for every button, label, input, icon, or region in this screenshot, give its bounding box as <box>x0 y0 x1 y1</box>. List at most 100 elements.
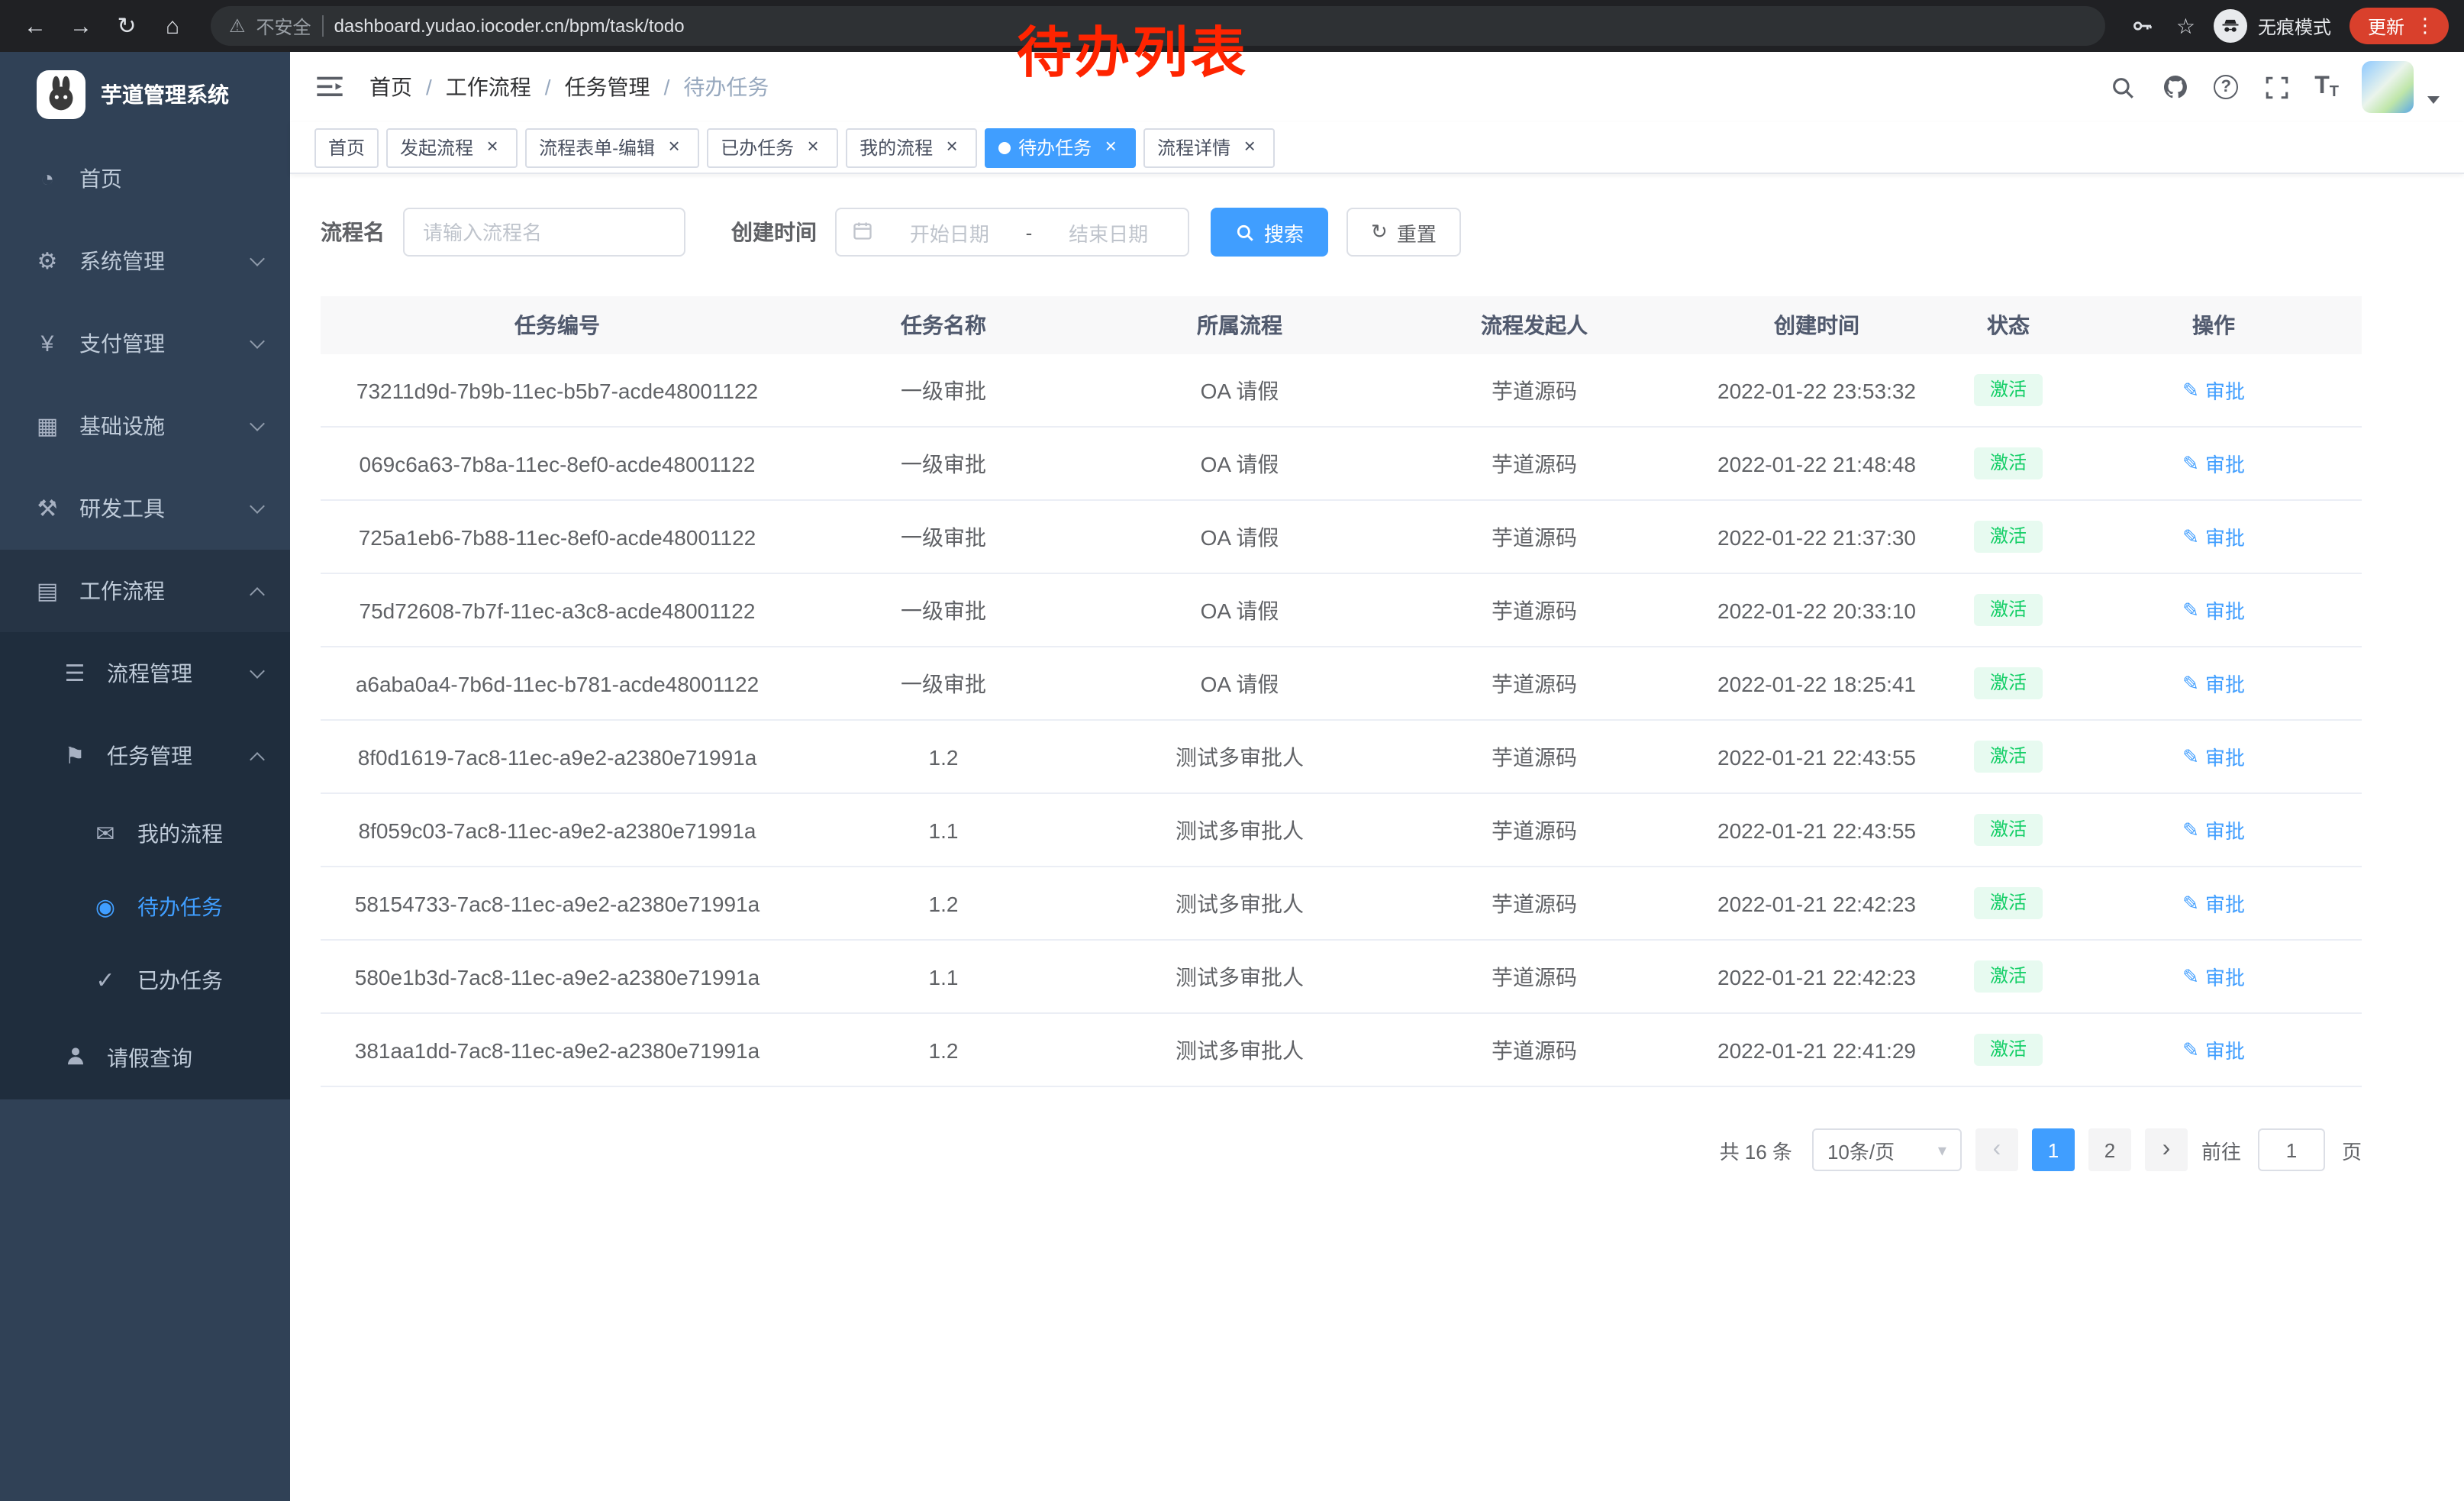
approve-link[interactable]: ✎ 审批 <box>2182 1035 2245 1064</box>
sidebar-item-payment[interactable]: ¥ 支付管理 <box>0 302 290 385</box>
avatar-caret-icon[interactable] <box>2427 96 2440 104</box>
bookmark-star-icon[interactable]: ☆ <box>2176 13 2195 39</box>
page-button-1[interactable]: 1 <box>2032 1128 2075 1171</box>
sidebar-item-devtools[interactable]: ⚒ 研发工具 <box>0 467 290 550</box>
column-header: 任务编号 <box>321 310 794 341</box>
search-icon[interactable] <box>2107 72 2137 102</box>
sidebar-item-system[interactable]: ⚙ 系统管理 <box>0 220 290 302</box>
created-time-cell: 2022-01-21 22:42:23 <box>1682 891 1951 915</box>
tab[interactable]: 流程详情 × <box>1143 128 1275 167</box>
sidebar-item-my-process[interactable]: ✉ 我的流程 <box>0 797 290 870</box>
sidebar-item-todo-tasks[interactable]: ◉ 待办任务 <box>0 870 290 944</box>
tab[interactable]: 发起流程 × <box>386 128 518 167</box>
font-size-icon[interactable]: TT <box>2314 73 2339 101</box>
tab[interactable]: 待办任务 × <box>985 128 1136 167</box>
chevron-down-icon <box>250 498 265 513</box>
sidebar-item-home[interactable]: ◔ 首页 <box>0 137 290 220</box>
approve-link[interactable]: ✎ 审批 <box>2182 596 2245 625</box>
collapse-sidebar-icon[interactable] <box>314 70 348 104</box>
close-icon[interactable]: × <box>940 136 963 159</box>
sidebar-item-label: 研发工具 <box>79 493 252 524</box>
calendar-icon <box>852 219 873 245</box>
sidebar-item-leave-query[interactable]: 请假查询 <box>0 1017 290 1099</box>
security-label: 不安全 <box>256 13 311 39</box>
approve-link[interactable]: ✎ 审批 <box>2182 376 2245 405</box>
clipboard-icon: ▤ <box>34 577 61 605</box>
approve-link[interactable]: ✎ 审批 <box>2182 742 2245 771</box>
approve-link[interactable]: ✎ 审批 <box>2182 962 2245 991</box>
approve-link[interactable]: ✎ 审批 <box>2182 815 2245 844</box>
browser-menu-icon[interactable]: ⋮ <box>2415 14 2435 38</box>
github-icon[interactable] <box>2160 72 2191 102</box>
page-header: 首页 / 工作流程 / 任务管理 / 待办任务 ? TT <box>290 52 2464 122</box>
avatar[interactable] <box>2362 61 2414 113</box>
status-cell: 激活 <box>1951 667 2066 699</box>
workflow-submenu: ☰ 流程管理 ⚑ 任务管理 ✉ 我的流程 ◉ 待办任务 ✓ 已办任务 <box>0 632 290 1099</box>
search-button[interactable]: 搜索 <box>1211 208 1328 257</box>
prev-page-button[interactable]: ‹ <box>1975 1128 2018 1171</box>
table-row: 8f059c03-7ac8-11ec-a9e2-a2380e71991a 1.1… <box>321 794 2362 867</box>
tab[interactable]: 流程表单-编辑 × <box>525 128 699 167</box>
edit-icon: ✎ <box>2182 744 2199 769</box>
page-size-value: 10条/页 <box>1827 1135 1895 1164</box>
approve-link[interactable]: ✎ 审批 <box>2182 522 2245 551</box>
close-icon[interactable]: × <box>801 136 824 159</box>
date-range-picker[interactable]: 开始日期 - 结束日期 <box>835 208 1189 257</box>
sidebar-item-process-management[interactable]: ☰ 流程管理 <box>0 632 290 715</box>
close-icon[interactable]: × <box>481 136 504 159</box>
key-icon[interactable] <box>2127 11 2158 41</box>
approve-link[interactable]: ✎ 审批 <box>2182 449 2245 478</box>
tab[interactable]: 首页 × <box>314 128 379 167</box>
breadcrumb-item[interactable]: 首页 <box>369 72 412 102</box>
incognito-label: 无痕模式 <box>2258 13 2331 39</box>
reset-button[interactable]: ↻ 重置 <box>1346 208 1461 257</box>
tab[interactable]: 我的流程 × <box>846 128 977 167</box>
table-row: 069c6a63-7b8a-11ec-8ef0-acde48001122 一级审… <box>321 428 2362 501</box>
close-icon[interactable]: × <box>1099 136 1122 159</box>
edit-icon: ✎ <box>2182 891 2199 915</box>
sidebar-item-label: 已办任务 <box>137 965 263 996</box>
status-cell: 激活 <box>1951 741 2066 773</box>
toolbar-right: ☆ 无痕模式 更新 ⋮ <box>2127 8 2449 44</box>
pagination: 共 16 条 10条/页 ▾ ‹ 1 2 › 前往 页 <box>321 1128 2362 1171</box>
back-icon[interactable]: ← <box>15 6 55 46</box>
created-time-cell: 2022-01-21 22:41:29 <box>1682 1038 1951 1062</box>
filter-bar: 流程名 创建时间 开始日期 - 结束日期 搜索 ↻ 重置 <box>321 208 2433 257</box>
update-button[interactable]: 更新 ⋮ <box>2350 8 2449 44</box>
tab-label: 我的流程 <box>859 134 933 160</box>
task-id-cell: 73211d9d-7b9b-11ec-b5b7-acde48001122 <box>321 378 794 402</box>
sidebar-item-task-management[interactable]: ⚑ 任务管理 <box>0 715 290 797</box>
process-cell: OA 请假 <box>1093 668 1386 699</box>
reload-icon[interactable]: ↻ <box>107 6 147 46</box>
close-icon[interactable]: × <box>1238 136 1261 159</box>
next-page-button[interactable]: › <box>2145 1128 2188 1171</box>
tab[interactable]: 已办任务 × <box>707 128 838 167</box>
initiator-cell: 芋道源码 <box>1386 888 1682 918</box>
action-cell: ✎ 审批 <box>2066 449 2362 478</box>
sidebar-item-infrastructure[interactable]: ▦ 基础设施 <box>0 385 290 467</box>
process-name-input[interactable] <box>403 208 685 257</box>
page-button-2[interactable]: 2 <box>2088 1128 2131 1171</box>
table-body: 73211d9d-7b9b-11ec-b5b7-acde48001122 一级审… <box>321 354 2362 1087</box>
fullscreen-icon[interactable] <box>2261 72 2291 102</box>
approve-link[interactable]: ✎ 审批 <box>2182 889 2245 918</box>
help-icon[interactable]: ? <box>2214 75 2238 99</box>
breadcrumb-item[interactable]: 工作流程 <box>446 72 531 102</box>
task-name-cell: 1.2 <box>794 1038 1093 1062</box>
breadcrumb-separator: / <box>664 75 670 99</box>
action-cell: ✎ 审批 <box>2066 596 2362 625</box>
sidebar-item-workflow[interactable]: ▤ 工作流程 <box>0 550 290 632</box>
breadcrumb-item[interactable]: 任务管理 <box>565 72 650 102</box>
forward-icon[interactable]: → <box>61 6 101 46</box>
chevron-up-icon <box>250 586 265 602</box>
home-icon[interactable]: ⌂ <box>153 6 192 46</box>
initiator-cell: 芋道源码 <box>1386 668 1682 699</box>
goto-page-input[interactable] <box>2258 1128 2325 1171</box>
approve-link[interactable]: ✎ 审批 <box>2182 669 2245 698</box>
page-size-select[interactable]: 10条/页 ▾ <box>1812 1128 1962 1171</box>
close-icon[interactable]: × <box>663 136 685 159</box>
reset-button-label: 重置 <box>1397 218 1437 247</box>
sidebar-logo-row[interactable]: 芋道管理系统 <box>0 52 290 137</box>
initiator-cell: 芋道源码 <box>1386 521 1682 552</box>
sidebar-item-done-tasks[interactable]: ✓ 已办任务 <box>0 944 290 1017</box>
